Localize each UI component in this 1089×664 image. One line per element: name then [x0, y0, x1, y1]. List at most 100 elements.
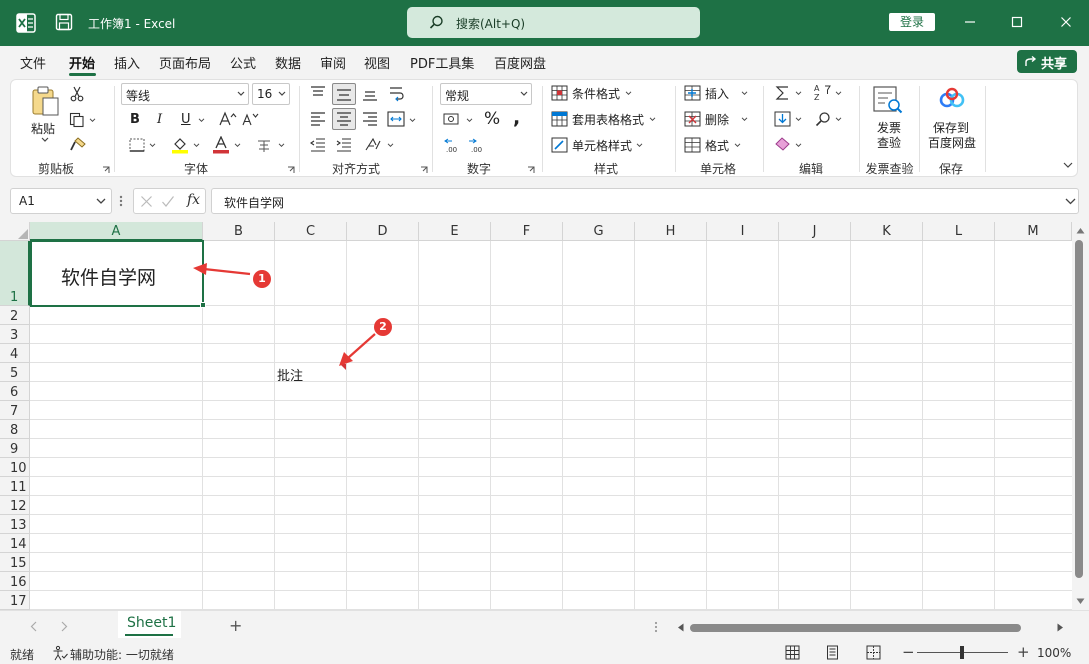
row-header-2[interactable]: 2 [0, 306, 30, 325]
baidu-netdisk-icon[interactable] [938, 87, 966, 111]
wrap-text-icon[interactable] [388, 84, 406, 102]
tab-data[interactable]: 数据 [275, 53, 301, 72]
autosum-icon[interactable] [775, 85, 790, 101]
phonetic-guide-icon[interactable] [255, 136, 273, 154]
scroll-up-icon[interactable] [1076, 227, 1085, 234]
decrease-indent-icon[interactable] [310, 138, 326, 152]
invoice-check-label-2[interactable]: 查验 [877, 134, 901, 151]
sheet-tab-sheet1[interactable]: Sheet1 [118, 611, 181, 638]
conditional-format-button[interactable]: 条件格式 [572, 85, 620, 102]
tab-view[interactable]: 视图 [364, 53, 390, 72]
borders-icon[interactable] [129, 138, 145, 152]
row-header-15[interactable]: 15 [0, 553, 30, 572]
row-header-17[interactable]: 17 [0, 591, 30, 610]
row-header-5[interactable]: 5 [0, 363, 30, 382]
insert-cells-button[interactable]: 插入 [705, 85, 729, 102]
italic-button[interactable]: I [157, 112, 162, 127]
expand-formula-icon[interactable] [1065, 198, 1076, 205]
chevron-down-icon[interactable] [835, 91, 842, 96]
increase-decimal-icon[interactable]: .00 [443, 136, 463, 154]
chevron-down-icon[interactable] [636, 143, 643, 148]
clear-icon[interactable] [774, 137, 791, 152]
chevron-down-icon[interactable] [149, 143, 156, 148]
fill-handle[interactable] [200, 302, 206, 308]
share-button[interactable]: 共享 [1017, 50, 1077, 73]
insert-function-button[interactable]: fx [187, 192, 200, 208]
chevron-down-icon[interactable] [835, 117, 842, 122]
fill-color-icon[interactable] [171, 136, 189, 154]
column-header-f[interactable]: F [491, 222, 563, 241]
orientation-icon[interactable] [364, 136, 382, 152]
chevron-down-icon[interactable] [649, 117, 656, 122]
next-sheet-icon[interactable] [61, 621, 68, 632]
chevron-down-icon[interactable] [89, 118, 96, 123]
vertical-scroll-thumb[interactable] [1075, 240, 1083, 578]
align-top-icon[interactable] [310, 86, 326, 100]
column-header-c[interactable]: C [275, 222, 347, 241]
chevron-down-icon[interactable] [625, 91, 632, 96]
row-header-14[interactable]: 14 [0, 534, 30, 553]
formula-input[interactable]: 软件自学网 [211, 188, 1079, 214]
normal-view-icon[interactable] [785, 645, 800, 660]
zoom-in-button[interactable]: + [1017, 643, 1030, 661]
row-header-9[interactable]: 9 [0, 439, 30, 458]
chevron-down-icon[interactable] [278, 143, 285, 148]
zoom-slider-thumb[interactable] [960, 646, 964, 659]
row-header-6[interactable]: 6 [0, 382, 30, 401]
row-header-10[interactable]: 10 [0, 458, 30, 477]
bold-button[interactable]: B [130, 112, 140, 127]
paste-icon[interactable] [30, 85, 60, 117]
align-left-icon[interactable] [310, 112, 326, 126]
dialog-launcher-icon[interactable] [527, 166, 535, 174]
decrease-decimal-icon[interactable]: .00 [468, 136, 488, 154]
zoom-level[interactable]: 100% [1037, 646, 1071, 660]
row-header-7[interactable]: 7 [0, 401, 30, 420]
invoice-check-icon[interactable] [873, 86, 903, 114]
chevron-down-icon[interactable] [795, 143, 802, 148]
insert-cells-icon[interactable] [684, 85, 701, 101]
search-box[interactable]: 搜索(Alt+Q) [407, 7, 700, 38]
format-painter-icon[interactable] [70, 137, 86, 151]
chevron-down-icon[interactable] [193, 143, 200, 148]
accessibility-icon[interactable] [52, 645, 68, 661]
comma-style-button[interactable]: , [513, 107, 520, 129]
row-header-8[interactable]: 8 [0, 420, 30, 439]
tab-file[interactable]: 文件 [20, 53, 46, 72]
dialog-launcher-icon[interactable] [287, 166, 295, 174]
format-cells-button[interactable]: 格式 [705, 137, 729, 154]
cell-styles-button[interactable]: 单元格样式 [572, 137, 632, 154]
tab-review[interactable]: 审阅 [320, 53, 346, 72]
scroll-right-icon[interactable] [1057, 623, 1064, 632]
copy-icon[interactable] [69, 112, 85, 128]
column-header-l[interactable]: L [923, 222, 995, 241]
dialog-launcher-icon[interactable] [420, 166, 428, 174]
underline-button[interactable]: U [181, 112, 191, 127]
column-header-g[interactable]: G [563, 222, 635, 241]
cut-icon[interactable] [70, 86, 84, 102]
scroll-left-icon[interactable] [677, 623, 684, 632]
save-icon[interactable] [55, 13, 73, 31]
delete-cells-button[interactable]: 删除 [705, 111, 729, 128]
prev-sheet-icon[interactable] [30, 621, 37, 632]
align-center-button[interactable] [332, 108, 356, 130]
chevron-down-icon[interactable] [734, 143, 741, 148]
format-as-table-icon[interactable] [551, 111, 568, 127]
find-icon[interactable] [815, 111, 831, 127]
conditional-format-icon[interactable] [551, 85, 568, 101]
row-header-3[interactable]: 3 [0, 325, 30, 344]
delete-cells-icon[interactable] [684, 111, 701, 127]
tab-page-layout[interactable]: 页面布局 [159, 53, 211, 72]
scroll-down-icon[interactable] [1076, 598, 1085, 605]
format-cells-icon[interactable] [684, 137, 701, 153]
paste-label[interactable]: 粘贴 [31, 120, 55, 137]
column-header-d[interactable]: D [347, 222, 419, 241]
column-header-i[interactable]: I [707, 222, 779, 241]
tab-pdf-tools[interactable]: PDF工具集 [410, 53, 474, 72]
column-header-m[interactable]: M [995, 222, 1072, 241]
font-grow-icon[interactable] [219, 111, 237, 127]
cancel-icon[interactable] [140, 195, 153, 208]
selected-cell-a1[interactable] [30, 240, 204, 307]
cell-styles-icon[interactable] [551, 137, 568, 153]
chevron-down-icon[interactable] [198, 118, 205, 123]
zoom-out-button[interactable]: − [902, 643, 915, 661]
